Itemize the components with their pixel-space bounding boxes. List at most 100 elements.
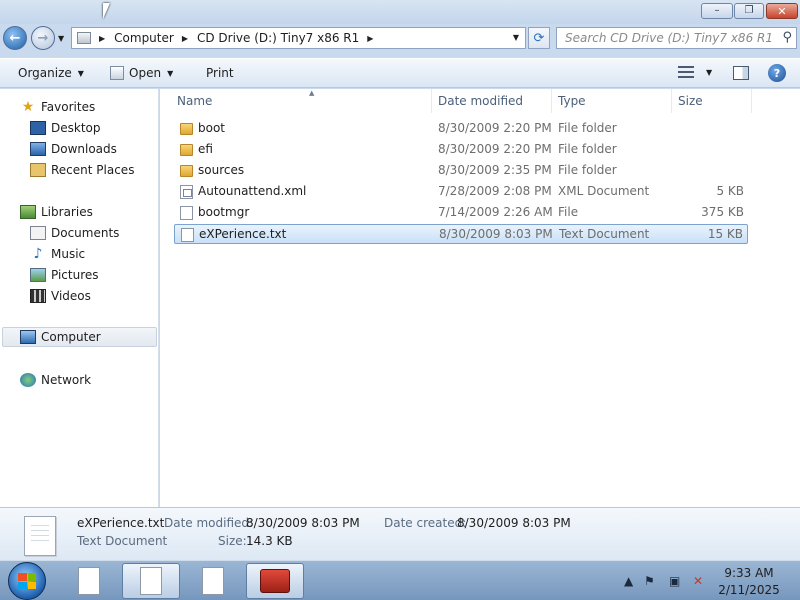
- nav-favorites-label: Favorites: [41, 100, 96, 114]
- search-icon[interactable]: ⚲: [782, 30, 792, 45]
- start-button[interactable]: [8, 562, 46, 600]
- text-file-icon: [181, 228, 194, 242]
- nav-music-label: Music: [51, 247, 86, 261]
- forward-button[interactable]: →: [31, 26, 55, 50]
- file-row[interactable]: efi 8/30/2009 2:20 PM File folder: [174, 140, 748, 160]
- organize-label: Organize: [18, 66, 72, 80]
- file-list: Name ▲ Date modified Type Size boot 8/30…: [160, 89, 800, 507]
- action-center-flag-icon[interactable]: ⚑: [644, 574, 655, 588]
- nav-desktop[interactable]: Desktop: [30, 118, 101, 138]
- nav-libraries[interactable]: Libraries: [20, 202, 93, 222]
- file-type: File: [558, 205, 579, 219]
- file-row-selected[interactable]: eXPerience.txt 8/30/2009 8:03 PM Text Do…: [174, 224, 748, 244]
- breadcrumb-computer[interactable]: Computer: [114, 31, 174, 45]
- chevron-right-icon[interactable]: ▶: [182, 34, 188, 43]
- open-label: Open: [129, 66, 162, 80]
- network-tray-icon[interactable]: ▣: [669, 574, 680, 588]
- nav-music[interactable]: ♪ Music: [30, 244, 86, 264]
- organize-button[interactable]: Organize ▼: [18, 66, 84, 80]
- show-hidden-icons-icon[interactable]: ▲: [624, 574, 633, 588]
- back-button[interactable]: ←: [3, 26, 27, 50]
- file-date: 8/30/2009 2:35 PM: [438, 163, 552, 177]
- clock-time: 9:33 AM: [724, 566, 774, 580]
- nav-computer[interactable]: Computer: [2, 327, 157, 347]
- back-arrow-icon: ←: [9, 30, 21, 46]
- details-size-value: 14.3 KB: [246, 534, 293, 548]
- column-header-type[interactable]: Type: [552, 89, 672, 113]
- music-icon: ♪: [33, 246, 43, 262]
- open-button[interactable]: Open ▼: [110, 66, 173, 80]
- nav-favorites[interactable]: ★ Favorites: [20, 97, 96, 117]
- maximize-button[interactable]: ❐: [734, 3, 764, 19]
- address-bar[interactable]: ▶ Computer ▶ CD Drive (D:) Tiny7 x86 R1 …: [71, 27, 526, 49]
- clock[interactable]: 9:33 AM 2/11/2025: [714, 565, 784, 599]
- help-button[interactable]: ?: [768, 64, 786, 82]
- file-type: File folder: [558, 121, 617, 135]
- file-type: File folder: [558, 142, 617, 156]
- taskbar: ▲ ⚑ ▣ ✕ 9:33 AM 2/11/2025: [0, 560, 800, 600]
- details-modified-label: Date modified:: [164, 516, 254, 530]
- chevron-down-icon: ▼: [706, 67, 713, 77]
- file-row[interactable]: Autounattend.xml 7/28/2009 2:08 PM XML D…: [174, 182, 748, 202]
- column-header-date[interactable]: Date modified: [432, 89, 552, 113]
- taskbar-item-toolbox[interactable]: [246, 563, 304, 599]
- search-placeholder: Search CD Drive (D:) Tiny7 x86 R1: [565, 31, 773, 45]
- document-icon: [140, 567, 162, 595]
- nav-network[interactable]: Network: [20, 370, 91, 390]
- views-icon: [678, 66, 694, 78]
- file-date: 8/30/2009 8:03 PM: [439, 227, 553, 241]
- close-button[interactable]: ✕: [766, 3, 798, 19]
- nav-desktop-label: Desktop: [51, 121, 101, 135]
- chevron-right-icon[interactable]: ▶: [99, 34, 105, 43]
- title-bar[interactable]: – ❐ ✕: [0, 0, 800, 24]
- clock-date: 2/11/2025: [718, 583, 780, 597]
- file-size: 375 KB: [701, 205, 744, 219]
- toolbox-icon: [260, 569, 290, 593]
- details-created-label: Date created:: [384, 516, 467, 530]
- column-header-size[interactable]: Size: [672, 89, 752, 113]
- taskbar-item-document[interactable]: [60, 563, 118, 599]
- nav-downloads[interactable]: Downloads: [30, 139, 117, 159]
- column-header-name[interactable]: Name ▲: [171, 89, 432, 113]
- nav-downloads-label: Downloads: [51, 142, 117, 156]
- minimize-button[interactable]: –: [701, 3, 733, 19]
- taskbar-item-document[interactable]: [184, 563, 242, 599]
- refresh-button[interactable]: ⟳: [528, 27, 550, 49]
- column-size-label: Size: [678, 94, 703, 108]
- breadcrumb-cd-drive[interactable]: CD Drive (D:) Tiny7 x86 R1: [197, 31, 359, 45]
- details-file-type: Text Document: [77, 534, 168, 548]
- file-name: Autounattend.xml: [198, 184, 307, 198]
- nav-pictures-label: Pictures: [51, 268, 99, 282]
- taskbar-item-explorer[interactable]: [122, 563, 180, 599]
- chevron-right-icon[interactable]: ▶: [367, 34, 373, 43]
- file-row[interactable]: boot 8/30/2009 2:20 PM File folder: [174, 119, 748, 139]
- volume-muted-icon[interactable]: ✕: [693, 574, 703, 588]
- preview-pane-button[interactable]: [733, 66, 749, 80]
- column-name-label: Name: [177, 94, 213, 108]
- minimize-icon: –: [714, 5, 720, 16]
- maximize-icon: ❐: [744, 5, 754, 16]
- file-row[interactable]: sources 8/30/2009 2:35 PM File folder: [174, 161, 748, 181]
- nav-pictures[interactable]: Pictures: [30, 265, 99, 285]
- print-button[interactable]: Print: [206, 66, 234, 80]
- print-label: Print: [206, 66, 234, 80]
- nav-videos[interactable]: Videos: [30, 286, 91, 306]
- details-size-label: Size:: [218, 534, 247, 548]
- file-name: sources: [198, 163, 245, 177]
- xml-file-icon: [180, 185, 193, 199]
- star-icon: ★: [21, 99, 35, 115]
- address-dropdown-icon[interactable]: ▼: [513, 33, 519, 42]
- pictures-icon: [30, 268, 46, 282]
- search-box[interactable]: Search CD Drive (D:) Tiny7 x86 R1 ⚲: [556, 27, 797, 49]
- views-button[interactable]: ▼: [678, 66, 712, 78]
- refresh-icon: ⟳: [533, 30, 545, 46]
- details-pane: eXPerience.txt Text Document Date modifi…: [0, 507, 800, 560]
- nav-network-label: Network: [41, 373, 92, 387]
- nav-recent-places-label: Recent Places: [51, 163, 135, 177]
- file-type: Text Document: [559, 227, 650, 241]
- file-row[interactable]: bootmgr 7/14/2009 2:26 AM File 375 KB: [174, 203, 748, 223]
- nav-recent-places[interactable]: Recent Places: [30, 160, 134, 180]
- file-icon: [180, 206, 193, 220]
- nav-documents[interactable]: Documents: [30, 223, 119, 243]
- recent-pages-dropdown-icon[interactable]: ▼: [58, 34, 64, 43]
